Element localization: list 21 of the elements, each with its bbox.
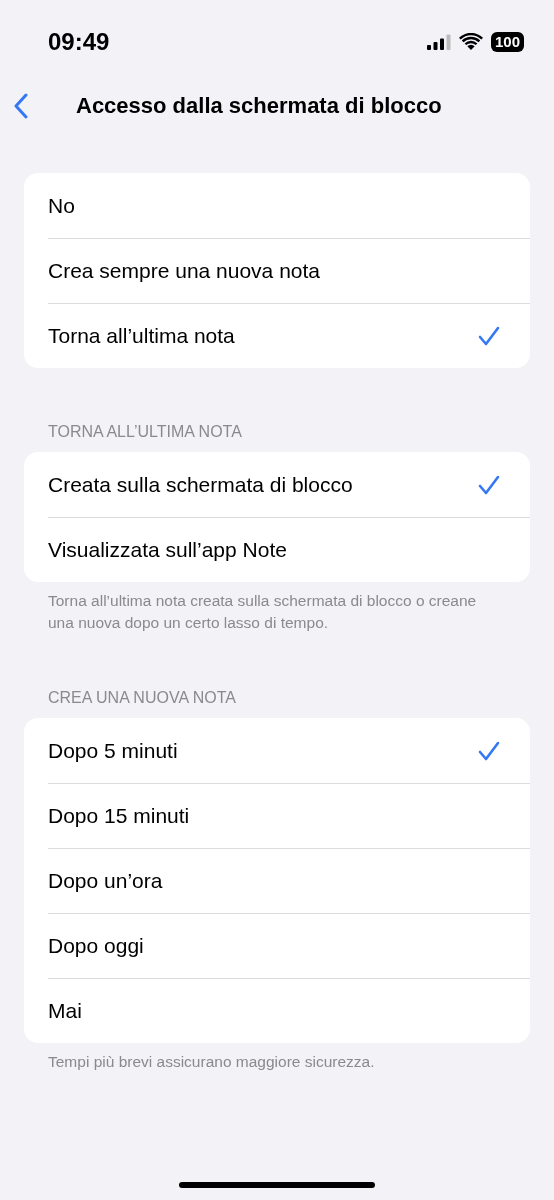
signal-icon (426, 34, 451, 50)
section-footer: Tempi più brevi assicurano maggiore sicurezza. (0, 1043, 554, 1073)
back-chevron-icon (14, 93, 28, 119)
battery-level: 100 (490, 32, 524, 52)
option-row[interactable]: Mai (24, 978, 530, 1043)
status-time: 09:49 (48, 28, 110, 56)
page-title: Accesso dalla schermata di blocco (76, 93, 442, 119)
section-footer: Torna all’ultima nota creata sulla schermata di blocco o creane una nuova dopo un certo lasso di tempo. (0, 582, 554, 634)
back-button[interactable] (14, 93, 28, 119)
wifi-icon (458, 33, 483, 51)
section-header: TORNA ALL’ULTIMA NOTA (47, 422, 243, 442)
option-row[interactable]: Dopo un’ora (24, 848, 530, 913)
option-row[interactable]: Dopo 15 minuti (24, 783, 530, 848)
option-row[interactable]: Dopo 5 minuti (24, 718, 530, 783)
section-header: CREA UNA NUOVA NOTA (47, 688, 237, 708)
option-row[interactable]: Creata sulla schermata di blocco (24, 452, 530, 517)
option-row[interactable]: Torna all’ultima nota (24, 303, 530, 368)
option-row[interactable]: Crea sempre una nuova nota (24, 238, 530, 303)
option-row[interactable]: Dopo oggi (24, 913, 530, 978)
option-row[interactable]: Visualizzata sull’app Note (24, 517, 530, 582)
option-row[interactable]: No (24, 173, 530, 238)
